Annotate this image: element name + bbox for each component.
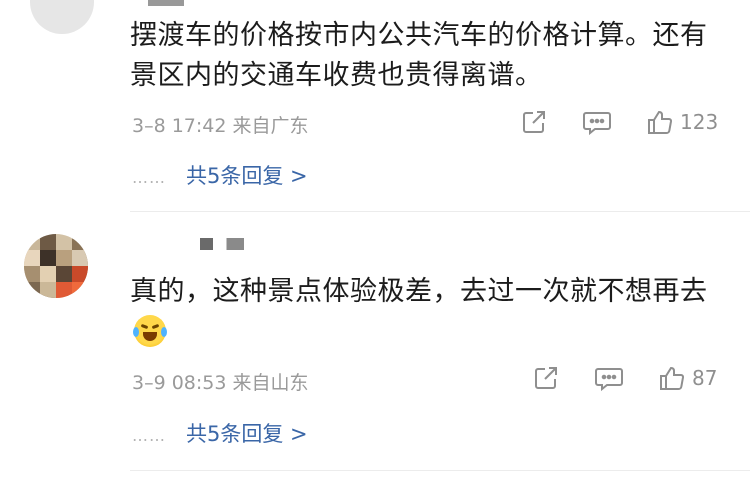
share-button[interactable] — [520, 108, 548, 136]
comment-meta: 3–8 17:42 来自广东 — [132, 115, 309, 137]
like-button[interactable]: 87 — [658, 364, 717, 392]
view-replies-link[interactable]: …… 共5条回复 > — [132, 160, 308, 190]
share-button[interactable] — [532, 364, 560, 392]
thumbs-up-icon — [648, 110, 672, 135]
comment-text: 摆渡车的价格按市内公共汽车的价格计算。还有景区内的交通车收费也贵得离谱。 — [130, 20, 708, 91]
view-replies-label: 共5条回复 > — [186, 164, 308, 188]
divider — [130, 470, 750, 471]
reply-dots: …… — [132, 167, 166, 187]
divider — [130, 211, 750, 212]
comment-button[interactable] — [594, 364, 624, 392]
like-count: 123 — [680, 110, 719, 134]
avatar[interactable] — [30, 0, 94, 34]
crying-laughing-emoji-icon — [133, 315, 167, 347]
comment-icon — [583, 112, 611, 136]
username-masked[interactable] — [148, 0, 184, 6]
comment-item: 真的，这种景点体验极差，去过一次就不想再去 3–9 08:53 来自山东 87 … — [0, 214, 750, 484]
username-masked[interactable] — [200, 238, 244, 250]
like-button[interactable]: 123 — [646, 108, 718, 136]
like-count: 87 — [692, 366, 718, 390]
avatar[interactable] — [24, 234, 88, 298]
comment-button[interactable] — [582, 108, 612, 136]
comment-text: 真的，这种景点体验极差，去过一次就不想再去 — [130, 276, 708, 307]
view-replies-link[interactable]: …… 共5条回复 > — [132, 418, 308, 448]
comment-icon — [595, 368, 623, 392]
comment-meta: 3–9 08:53 来自山东 — [132, 372, 309, 394]
share-icon — [523, 111, 545, 133]
share-icon — [535, 367, 557, 389]
comment-item: 摆渡车的价格按市内公共汽车的价格计算。还有景区内的交通车收费也贵得离谱。 3–8… — [0, 0, 750, 212]
reply-dots: …… — [132, 425, 166, 445]
thumbs-up-icon — [660, 366, 684, 391]
view-replies-label: 共5条回复 > — [186, 422, 308, 446]
